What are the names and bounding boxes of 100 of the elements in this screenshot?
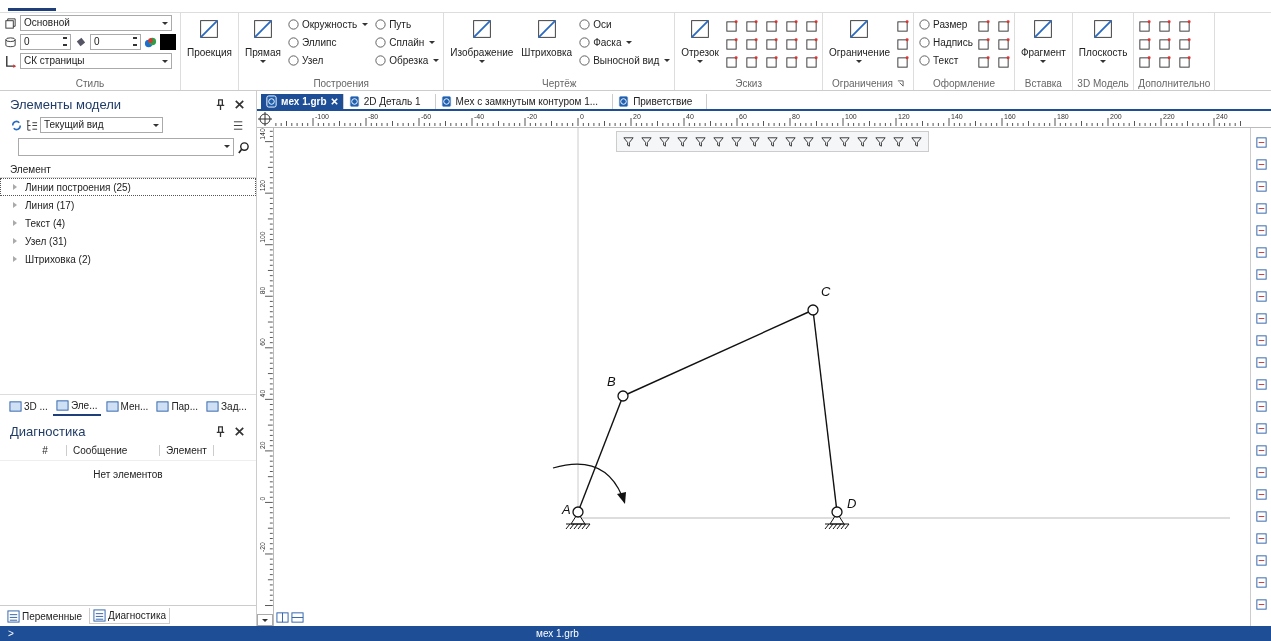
ribbon-button[interactable]: Изображение: [448, 15, 516, 65]
tool-icon[interactable]: [804, 55, 818, 69]
tool-icon[interactable]: [1254, 290, 1268, 303]
document-tab[interactable]: Мех с замкнутым контуром 1...: [435, 94, 614, 109]
tool-icon[interactable]: [820, 135, 833, 148]
tree-item[interactable]: Штриховка (2): [0, 250, 256, 268]
tree-item[interactable]: Линии построения (25): [0, 178, 256, 196]
tool-icon[interactable]: [1254, 158, 1268, 171]
tool-icon[interactable]: [724, 37, 738, 51]
layout-icon[interactable]: [291, 611, 304, 624]
tool-icon[interactable]: [1138, 19, 1152, 33]
ribbon-button[interactable]: Прямая: [243, 15, 283, 65]
tool-icon[interactable]: [1138, 55, 1152, 69]
search-field[interactable]: [18, 138, 234, 156]
tool-icon[interactable]: [1254, 488, 1268, 501]
tool-icon[interactable]: [712, 135, 725, 148]
tool-icon[interactable]: [1254, 400, 1268, 413]
tool-icon[interactable]: [976, 55, 990, 69]
document-tab[interactable]: Приветствие: [613, 94, 708, 109]
panel-tab[interactable]: Мен...: [102, 396, 152, 416]
layout-icon[interactable]: [276, 611, 289, 624]
tool-icon[interactable]: [724, 55, 738, 69]
ribbon-button[interactable]: Обрезка: [374, 51, 440, 69]
ribbon-button[interactable]: Размер: [918, 15, 973, 33]
tool-icon[interactable]: [784, 55, 798, 69]
pin-icon[interactable]: [214, 98, 227, 111]
tool-icon[interactable]: [622, 135, 635, 148]
tool-icon[interactable]: [748, 135, 761, 148]
ribbon-button[interactable]: Фаска: [578, 33, 671, 51]
tool-icon[interactable]: [676, 135, 689, 148]
pin-icon[interactable]: [214, 424, 227, 438]
ribbon-button[interactable]: Текст: [918, 51, 973, 69]
tool-icon[interactable]: [1178, 37, 1192, 51]
ribbon-button[interactable]: Узел: [286, 51, 369, 69]
ribbon-button[interactable]: Эллипс: [286, 33, 369, 51]
panel-tab[interactable]: Эле...: [52, 396, 101, 416]
ribbon-button[interactable]: Плоскость: [1076, 15, 1130, 65]
tool-icon[interactable]: [976, 19, 990, 33]
ribbon-button[interactable]: Надпись: [918, 33, 973, 51]
tool-icon[interactable]: [1178, 19, 1192, 33]
tool-icon[interactable]: [976, 37, 990, 51]
color-swatch[interactable]: [160, 34, 176, 50]
search-icon[interactable]: [237, 140, 250, 154]
tool-icon[interactable]: [1254, 246, 1268, 259]
tool-icon[interactable]: [1254, 510, 1268, 523]
tool-icon[interactable]: [744, 37, 758, 51]
tool-icon[interactable]: [658, 135, 671, 148]
tool-icon[interactable]: [640, 135, 653, 148]
layer-dropdown[interactable]: Основной: [20, 15, 172, 31]
tool-icon[interactable]: [784, 135, 797, 148]
panel-tab[interactable]: 3D ...: [6, 396, 51, 416]
tool-icon[interactable]: [996, 55, 1010, 69]
tool-icon[interactable]: [804, 37, 818, 51]
tool-icon[interactable]: [766, 135, 779, 148]
tool-icon[interactable]: [1254, 532, 1268, 545]
tool-icon[interactable]: [1158, 19, 1172, 33]
tool-icon[interactable]: [1178, 55, 1192, 69]
tool-icon[interactable]: [1254, 598, 1268, 611]
tool-icon[interactable]: [744, 55, 758, 69]
tool-icon[interactable]: [910, 135, 923, 148]
tool-icon[interactable]: [1254, 444, 1268, 457]
tool-icon[interactable]: [744, 19, 758, 33]
view-dropdown[interactable]: Текущий вид: [40, 117, 163, 133]
tool-icon[interactable]: [1254, 268, 1268, 281]
ribbon-button[interactable]: Оси: [578, 15, 671, 33]
tool-icon[interactable]: [1254, 422, 1268, 435]
tool-icon[interactable]: [730, 135, 743, 148]
tool-icon[interactable]: [1254, 136, 1268, 149]
ribbon-button[interactable]: Путь: [374, 15, 440, 33]
tool-icon[interactable]: [1254, 466, 1268, 479]
tree-item[interactable]: Линия (17): [0, 196, 256, 214]
document-tab[interactable]: мех 1.grb: [261, 94, 344, 109]
tool-icon[interactable]: [1254, 224, 1268, 237]
tool-icon[interactable]: [1254, 334, 1268, 347]
panel-tab[interactable]: Переменные: [4, 608, 86, 624]
spin-field[interactable]: 0: [20, 34, 71, 50]
panel-tab[interactable]: Пар...: [153, 396, 202, 416]
ribbon-button[interactable]: Сплайн: [374, 33, 440, 51]
spin-field[interactable]: 0: [90, 34, 141, 50]
tool-icon[interactable]: [804, 19, 818, 33]
tree-item[interactable]: Узел (31): [0, 232, 256, 250]
close-icon[interactable]: [233, 98, 246, 111]
ribbon-button[interactable]: Ограничение: [826, 15, 893, 65]
tree-icon[interactable]: [25, 118, 38, 132]
tool-icon[interactable]: [1158, 37, 1172, 51]
tool-icon[interactable]: [1254, 576, 1268, 589]
tool-icon[interactable]: [1254, 554, 1268, 567]
tool-icon[interactable]: [1158, 55, 1172, 69]
tool-icon[interactable]: [896, 37, 910, 51]
tool-icon[interactable]: [838, 135, 851, 148]
coordinate-system-dropdown[interactable]: СК страницы: [20, 53, 172, 69]
tree-item[interactable]: Текст (4): [0, 214, 256, 232]
refresh-icon[interactable]: [10, 118, 23, 132]
tool-icon[interactable]: [1254, 378, 1268, 391]
close-icon[interactable]: [233, 424, 246, 438]
ribbon-button[interactable]: Окружность: [286, 15, 369, 33]
ribbon-button[interactable]: Проекция: [185, 15, 234, 60]
tool-icon[interactable]: [694, 135, 707, 148]
tool-icon[interactable]: [874, 135, 887, 148]
tool-icon[interactable]: [856, 135, 869, 148]
